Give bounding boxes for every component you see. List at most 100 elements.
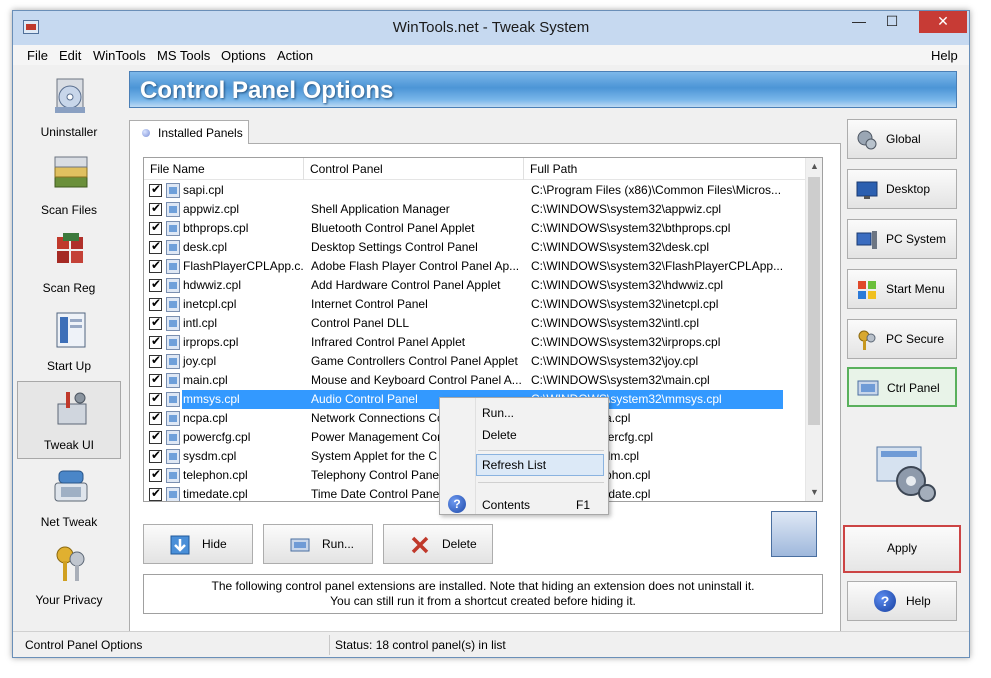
start-menu-button[interactable]: Start Menu bbox=[847, 269, 957, 309]
menu-help[interactable]: Help bbox=[931, 48, 958, 63]
cpl-file-icon bbox=[166, 202, 180, 217]
context-delete-item[interactable]: Delete bbox=[482, 428, 517, 442]
table-row[interactable]: appwiz.cpl Shell Application Manager C:\WI… bbox=[144, 200, 807, 219]
column-full-path[interactable]: Full Path bbox=[524, 158, 807, 180]
apply-button[interactable]: Apply bbox=[843, 525, 961, 573]
context-contents-item[interactable]: Contents bbox=[482, 498, 530, 512]
desktop-button[interactable]: Desktop bbox=[847, 169, 957, 209]
menu-ms-tools[interactable]: MS Tools bbox=[157, 48, 210, 63]
pc-secure-button[interactable]: PC Secure bbox=[847, 319, 957, 359]
row-checkbox[interactable] bbox=[149, 391, 162, 406]
table-row[interactable]: desk.cpl Desktop Settings Control Panel C:… bbox=[144, 238, 807, 257]
ctrl-panel-button[interactable]: Ctrl Panel bbox=[847, 367, 957, 407]
row-checkbox[interactable] bbox=[149, 182, 162, 197]
column-file-name[interactable]: File Name bbox=[144, 158, 304, 180]
cpl-file-icon bbox=[166, 430, 180, 445]
row-checkbox[interactable] bbox=[149, 353, 162, 368]
table-row[interactable]: sapi.cpl C:\Program Files (x86)\Common Fi… bbox=[144, 181, 807, 200]
nav-net-tweak[interactable]: Net Tweak bbox=[17, 459, 121, 537]
menu-options[interactable]: Options bbox=[221, 48, 266, 63]
cell-control-panel: Mouse and Keyboard Control Panel A... bbox=[311, 373, 522, 387]
cpl-file-icon bbox=[166, 392, 180, 407]
table-row[interactable]: inetcpl.cpl Internet Control Panel C:\WIND… bbox=[144, 295, 807, 314]
row-checkbox[interactable] bbox=[149, 315, 162, 330]
cell-full-path: C:\WINDOWS\system32\irprops.cpl bbox=[531, 335, 721, 349]
cell-full-path: C:\WINDOWS\system32\appwiz.cpl bbox=[531, 202, 722, 216]
nav-uninstaller[interactable]: Uninstaller bbox=[17, 69, 121, 147]
info-line-1: The following control panel extensions a… bbox=[211, 579, 755, 593]
menu-edit[interactable]: Edit bbox=[59, 48, 81, 63]
row-checkbox[interactable] bbox=[149, 201, 162, 216]
nav-start-up[interactable]: Start Up bbox=[17, 303, 121, 381]
cpl-file-icon bbox=[166, 487, 180, 501]
row-checkbox[interactable] bbox=[149, 429, 162, 444]
nav-scan-reg[interactable]: Scan Reg bbox=[17, 225, 121, 303]
cell-control-panel: Adobe Flash Player Control Panel Ap... bbox=[311, 259, 520, 273]
row-checkbox[interactable] bbox=[149, 277, 162, 292]
nav-label: Scan Files bbox=[40, 203, 98, 217]
global-button[interactable]: Global bbox=[847, 119, 957, 159]
status-section-name: Control Panel Options bbox=[25, 638, 143, 652]
cpl-file-icon bbox=[166, 316, 180, 331]
status-bar: Control Panel Options Status: 18 control… bbox=[13, 631, 969, 657]
tab-bullet-icon bbox=[142, 129, 150, 137]
scroll-thumb[interactable] bbox=[808, 177, 820, 425]
ctrl-panel-label: Ctrl Panel bbox=[887, 381, 940, 395]
table-row[interactable]: hdwwiz.cpl Add Hardware Control Panel App… bbox=[144, 276, 807, 295]
row-checkbox[interactable] bbox=[149, 467, 162, 482]
table-row[interactable]: bthprops.cpl Bluetooth Control Panel Appl… bbox=[144, 219, 807, 238]
cpl-file-icon bbox=[166, 183, 180, 198]
row-checkbox[interactable] bbox=[149, 410, 162, 425]
maximize-button[interactable]: ☐ bbox=[877, 11, 907, 33]
menu-action[interactable]: Action bbox=[277, 48, 313, 63]
row-checkbox[interactable] bbox=[149, 334, 162, 349]
menu-file[interactable]: File bbox=[27, 48, 48, 63]
row-checkbox[interactable] bbox=[149, 239, 162, 254]
nav-tweak-ui[interactable]: Tweak UI bbox=[17, 381, 121, 459]
scroll-up-button[interactable]: ▲ bbox=[806, 158, 822, 175]
nav-scan-files[interactable]: Scan Files bbox=[17, 147, 121, 225]
table-row[interactable]: irprops.cpl Infrared Control Panel Applet… bbox=[144, 333, 807, 352]
pc-system-button[interactable]: PC System bbox=[847, 219, 957, 259]
row-checkbox[interactable] bbox=[149, 258, 162, 273]
hide-button[interactable]: Hide bbox=[143, 524, 253, 564]
row-checkbox[interactable] bbox=[149, 448, 162, 463]
nav-your-privacy[interactable]: Your Privacy bbox=[17, 537, 121, 615]
menu-wintools[interactable]: WinTools bbox=[93, 48, 146, 63]
row-checkbox[interactable] bbox=[149, 372, 162, 387]
table-row[interactable]: FlashPlayerCPLApp.c... Adobe Flash Player… bbox=[144, 257, 807, 276]
vertical-scrollbar[interactable]: ▲ ▼ bbox=[805, 158, 822, 501]
cell-file-name: hdwwiz.cpl bbox=[183, 278, 242, 292]
context-run-item[interactable]: Run... bbox=[482, 406, 514, 420]
cell-full-path: C:\WINDOWS\system32\joy.cpl bbox=[531, 354, 699, 368]
help-button[interactable]: ? Help bbox=[847, 581, 957, 621]
delete-button[interactable]: Delete bbox=[383, 524, 493, 564]
tab-installed-panels[interactable]: Installed Panels bbox=[129, 120, 249, 144]
scroll-down-button[interactable]: ▼ bbox=[806, 484, 822, 501]
run-button[interactable]: Run... bbox=[263, 524, 373, 564]
window-title: WinTools.net - Tweak System bbox=[392, 19, 590, 36]
context-refresh-list-item[interactable]: Refresh List bbox=[476, 454, 604, 476]
desktop-label: Desktop bbox=[886, 182, 931, 196]
cpl-file-icon bbox=[166, 468, 180, 483]
table-row[interactable]: joy.cpl Game Controllers Control Panel Ap… bbox=[144, 352, 807, 371]
close-button[interactable]: ✕ bbox=[919, 11, 967, 33]
run-label: Run... bbox=[322, 537, 355, 551]
tab-label: Installed Panels bbox=[158, 126, 243, 140]
status-divider bbox=[329, 635, 330, 655]
title-bar[interactable]: WinTools.net - Tweak System — ☐ ✕ bbox=[13, 11, 969, 45]
table-row[interactable]: main.cpl Mouse and Keyboard Control Panel… bbox=[144, 371, 807, 390]
row-checkbox[interactable] bbox=[149, 220, 162, 235]
column-control-panel[interactable]: Control Panel bbox=[304, 158, 524, 180]
cell-full-path: C:\WINDOWS\system32\desk.cpl bbox=[531, 240, 710, 254]
cell-file-name: timedate.cpl bbox=[183, 487, 248, 501]
net-tweak-icon bbox=[54, 470, 88, 502]
row-checkbox[interactable] bbox=[149, 296, 162, 311]
settings-gears-icon bbox=[876, 446, 936, 502]
minimize-button[interactable]: — bbox=[844, 11, 874, 33]
cell-file-name: mmsys.cpl bbox=[182, 390, 304, 409]
table-row[interactable]: intl.cpl Control Panel DLL C:\WINDOWS\syst… bbox=[144, 314, 807, 333]
row-checkbox[interactable] bbox=[149, 486, 162, 501]
pc-secure-label: PC Secure bbox=[886, 332, 945, 346]
menu-bar: File Edit WinTools MS Tools Options Acti… bbox=[13, 45, 969, 65]
